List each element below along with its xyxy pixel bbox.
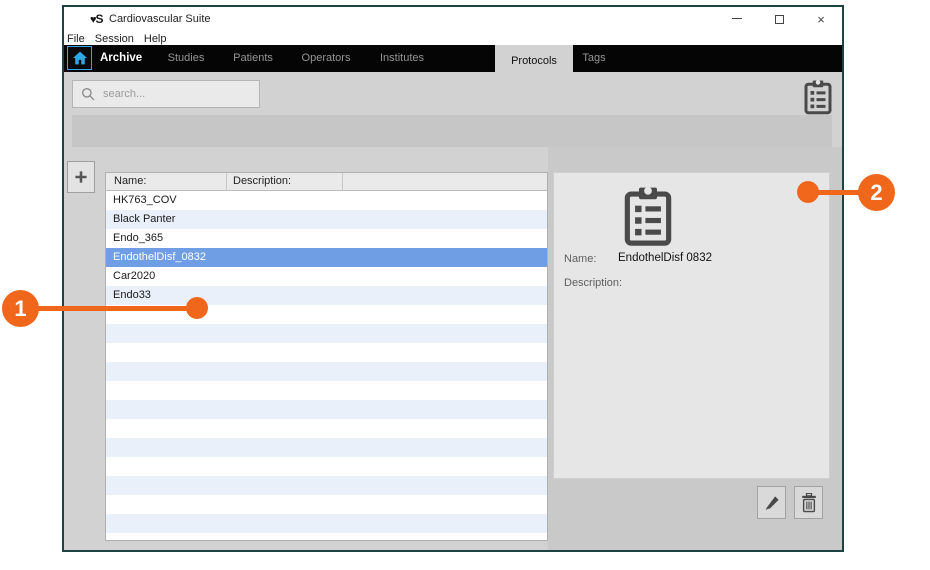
table-row-empty[interactable]	[106, 533, 547, 541]
table-body: HK763_COVBlack PanterEndo_365EndothelDis…	[106, 191, 547, 541]
protocol-detail-panel: Name: EndothelDisf 0832 Description:	[553, 172, 830, 479]
table-row-Endo33[interactable]: Endo33	[106, 286, 547, 305]
callout-1-dot	[186, 297, 208, 319]
tab-patients[interactable]: Patients	[233, 52, 273, 64]
nav-bar: Archive Studies Patients Operators Institut…	[64, 45, 842, 72]
pencil-icon	[763, 494, 781, 512]
table-row-empty[interactable]	[106, 400, 547, 419]
home-icon	[72, 51, 88, 65]
column-separator	[342, 173, 343, 191]
title-bar: ♥S Cardiovascular Suite ×	[64, 7, 842, 32]
tab-tags[interactable]: Tags	[582, 52, 605, 64]
table-row-Car2020[interactable]: Car2020	[106, 267, 547, 286]
edit-protocol-button[interactable]	[757, 486, 786, 519]
detail-name-value: EndothelDisf 0832	[618, 252, 712, 264]
clipboard-icon	[802, 79, 834, 115]
search-input[interactable]	[103, 88, 243, 100]
table-row-Endo_365[interactable]: Endo_365	[106, 229, 547, 248]
callout-1-badge: 1	[2, 290, 39, 327]
add-protocol-button[interactable]	[67, 161, 95, 193]
callout-2-dot	[797, 181, 819, 203]
table-row-empty[interactable]	[106, 324, 547, 343]
table-row-empty[interactable]	[106, 457, 547, 476]
detail-description-label: Description:	[564, 277, 622, 289]
plus-icon	[73, 169, 89, 185]
close-icon[interactable]: ×	[806, 10, 836, 29]
table-row-HK763_COV[interactable]: HK763_COV	[106, 191, 547, 210]
maximize-icon[interactable]	[764, 10, 794, 29]
delete-protocol-button[interactable]	[794, 486, 823, 519]
screenshot-stage: ♥S Cardiovascular Suite × File Session Hel…	[0, 0, 930, 570]
nav-archive-label[interactable]: Archive	[100, 52, 142, 64]
protocols-table: Name: Description: HK763_COVBlack Panter…	[105, 172, 548, 541]
home-button[interactable]	[67, 46, 92, 70]
tab-protocols[interactable]: Protocols	[495, 45, 573, 76]
protocols-clipboard-button[interactable]	[801, 79, 835, 115]
table-row-empty[interactable]	[106, 495, 547, 514]
column-separator	[226, 173, 227, 191]
column-header-description: Description:	[233, 175, 291, 187]
search-box	[72, 80, 260, 108]
trash-icon	[800, 493, 818, 513]
table-row-empty[interactable]	[106, 362, 547, 381]
table-row-empty[interactable]	[106, 419, 547, 438]
app-window: ♥S Cardiovascular Suite × File Session Hel…	[62, 5, 844, 552]
table-row-empty[interactable]	[106, 343, 547, 362]
menu-item-file[interactable]: File	[67, 33, 85, 45]
callout-1-line	[20, 306, 197, 311]
protocol-clipboard-icon	[622, 185, 674, 252]
menu-item-session[interactable]: Session	[95, 33, 134, 45]
callout-2-badge: 2	[858, 174, 895, 211]
table-header: Name: Description:	[106, 173, 547, 191]
table-row-EndothelDisf_0832[interactable]: EndothelDisf_0832	[106, 248, 547, 267]
app-logo-icon: ♥S	[90, 12, 103, 26]
detail-name-label: Name:	[564, 253, 596, 265]
tab-institutes[interactable]: Institutes	[380, 52, 424, 64]
table-row-empty[interactable]	[106, 381, 547, 400]
table-row-empty[interactable]	[106, 476, 547, 495]
tab-studies[interactable]: Studies	[168, 52, 205, 64]
toolbar-strip	[72, 115, 832, 147]
minimize-icon[interactable]	[722, 10, 752, 29]
main-area: Name: Description: HK763_COVBlack Panter…	[64, 72, 842, 550]
menubar: File Session Help	[64, 32, 842, 45]
table-row-Black Panter[interactable]: Black Panter	[106, 210, 547, 229]
table-row-empty[interactable]	[106, 438, 547, 457]
tab-operators[interactable]: Operators	[302, 52, 351, 64]
table-row-empty[interactable]	[106, 514, 547, 533]
window-title: Cardiovascular Suite	[109, 13, 211, 25]
search-icon	[81, 87, 96, 102]
column-header-name: Name:	[114, 175, 146, 187]
menu-item-help[interactable]: Help	[144, 33, 167, 45]
